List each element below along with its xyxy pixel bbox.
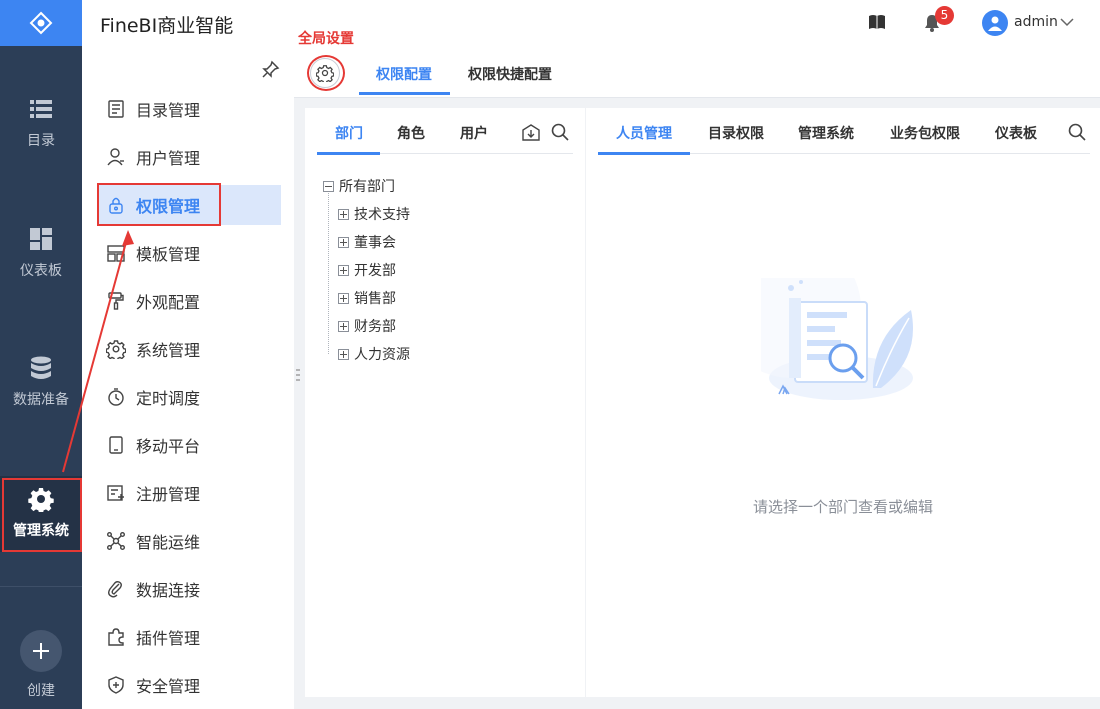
annotation-arrow-icon	[62, 230, 134, 473]
